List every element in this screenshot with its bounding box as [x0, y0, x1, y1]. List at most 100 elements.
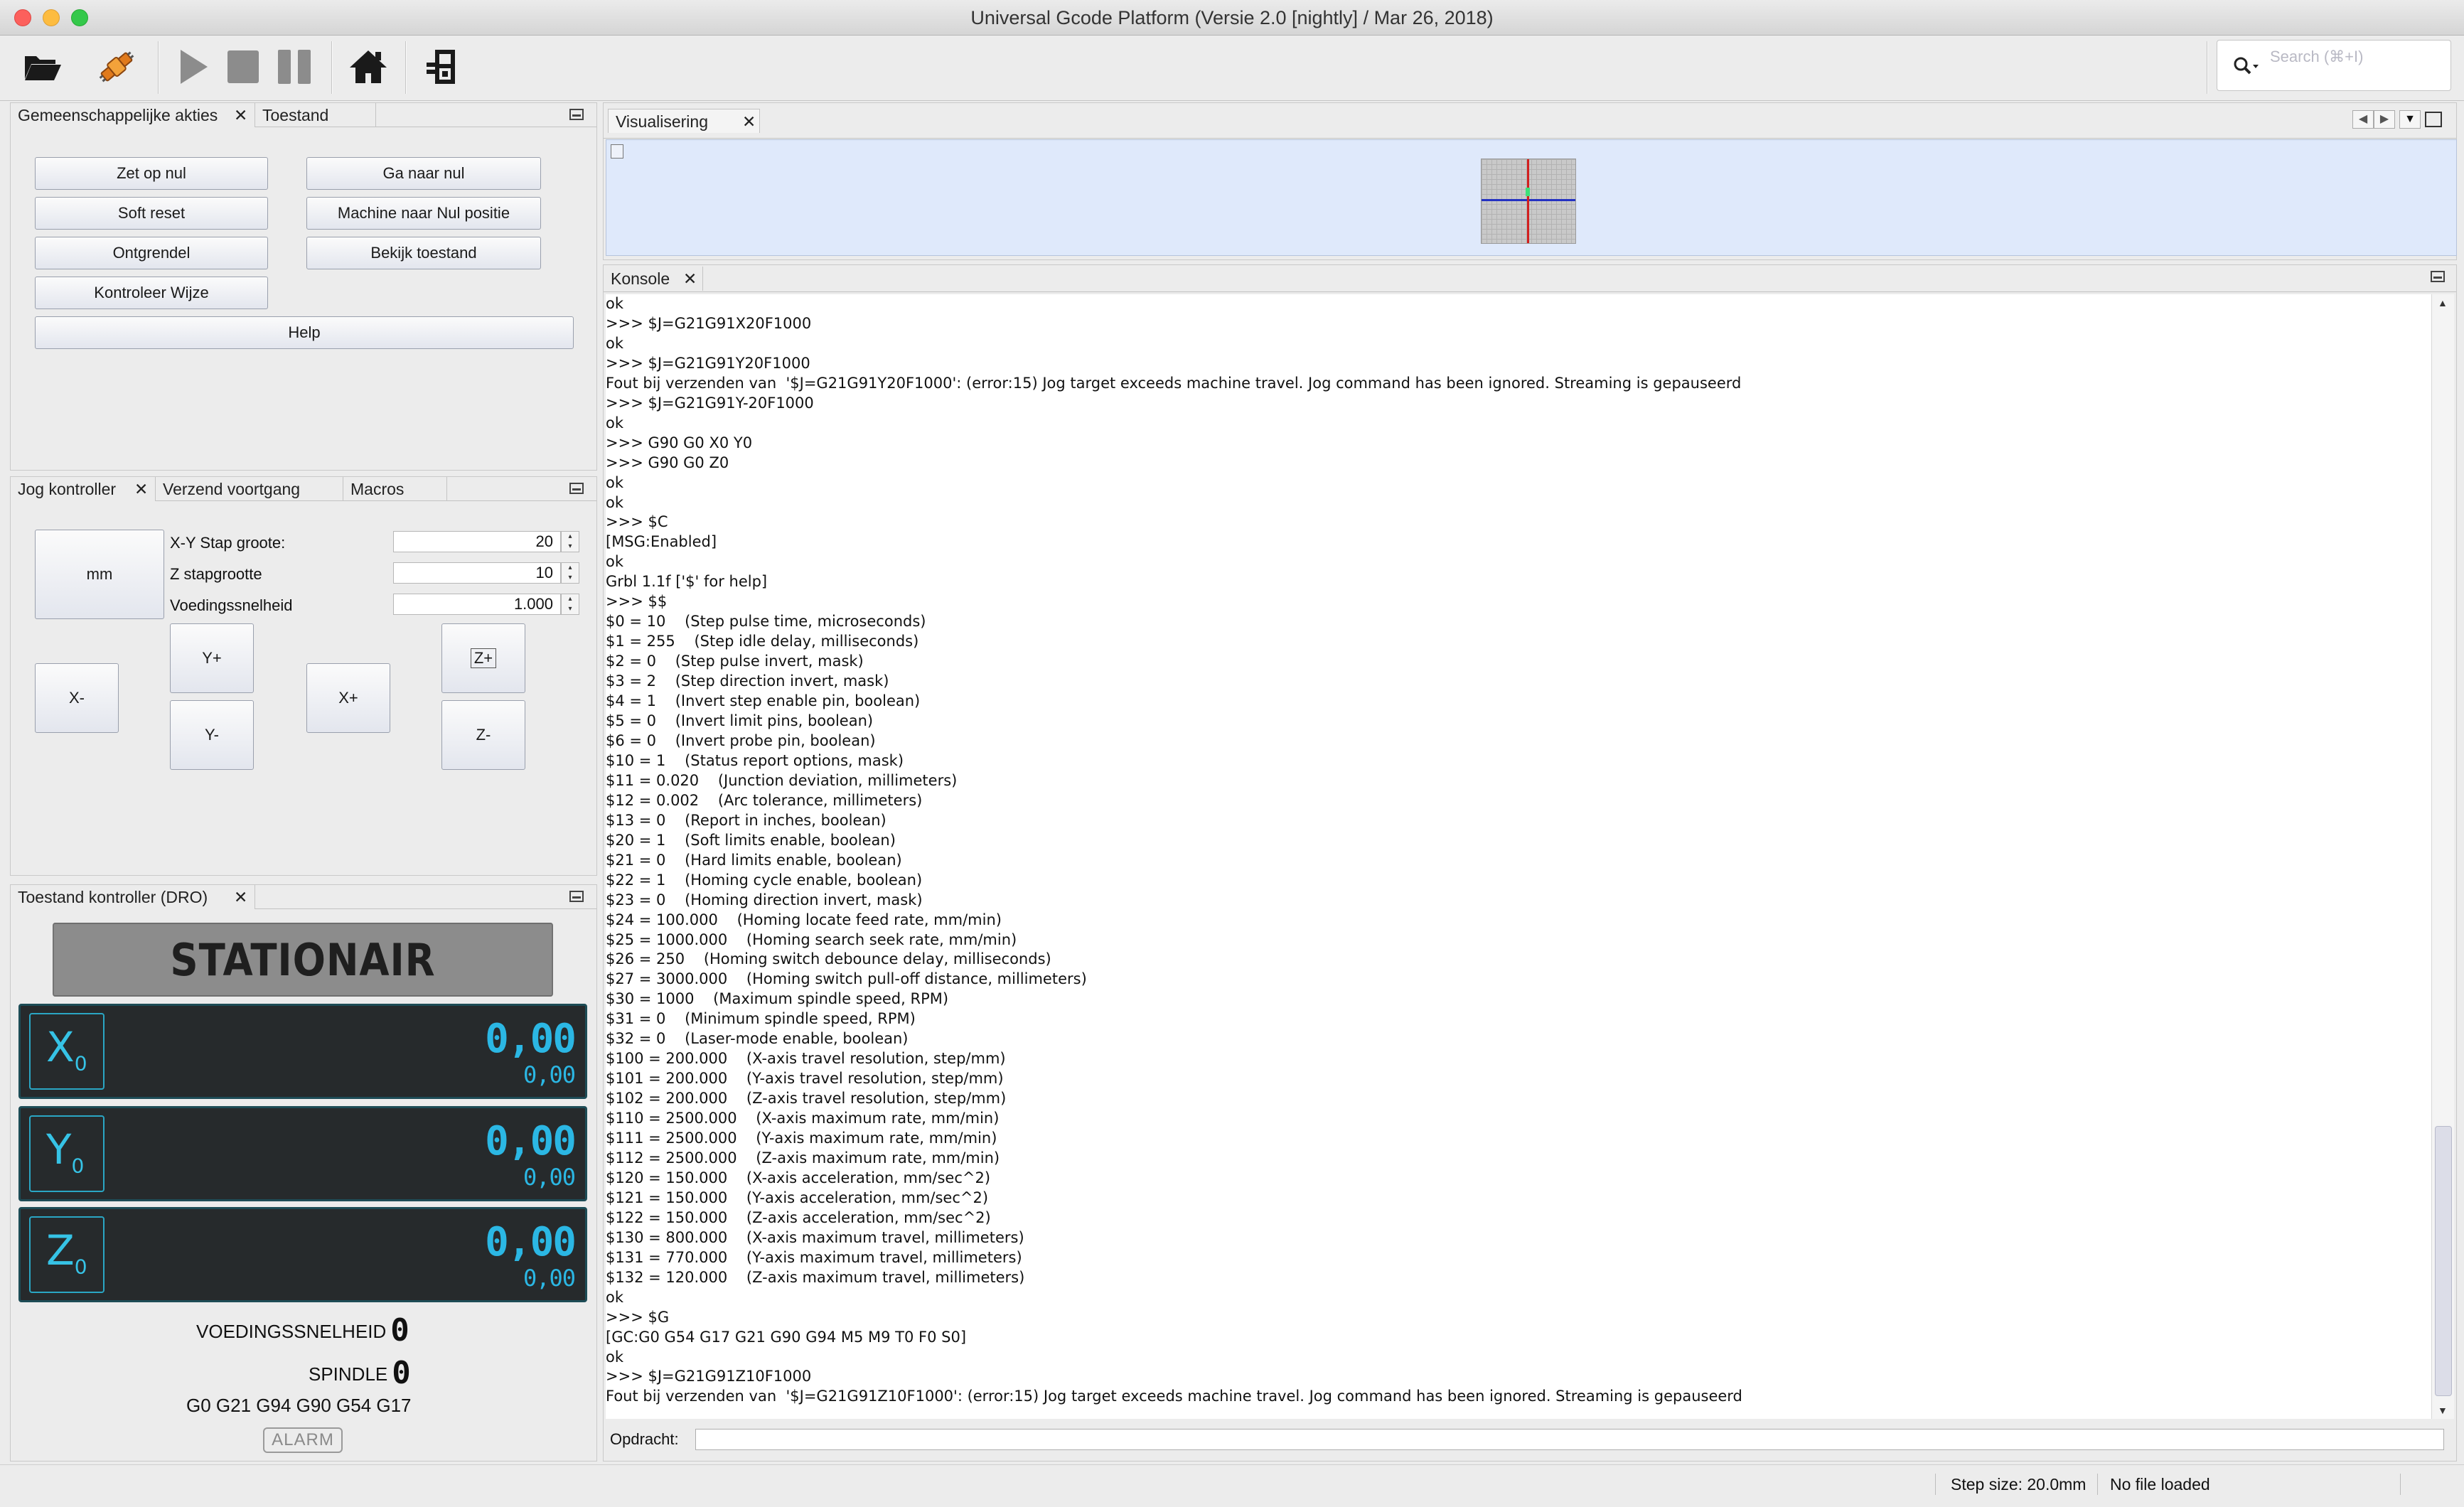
z-step-stepper[interactable]: ▴ ▾: [561, 562, 579, 584]
jog-z-minus-button[interactable]: Z-: [441, 700, 525, 770]
search-field[interactable]: Search (⌘+I): [2217, 40, 2451, 91]
console-line: Fout bij verzenden van '$J=G21G91Z10F100…: [606, 1388, 1742, 1405]
scroll-down-icon[interactable]: ▼: [2438, 1405, 2448, 1416]
console-line: $5 = 0 (Invert limit pins, boolean): [606, 712, 874, 730]
goto-zero-button[interactable]: Ga naar nul: [306, 157, 541, 190]
console-line: $101 = 200.000 (Y-axis travel resolution…: [606, 1070, 1004, 1088]
help-button[interactable]: Help: [35, 316, 574, 349]
machine-icon: [427, 50, 455, 84]
maximize-icon[interactable]: [2425, 112, 2442, 127]
gcode-state: G0 G21 G94 G90 G54 G17: [186, 1395, 412, 1416]
search-placeholder: Search (⌘+I): [2270, 48, 2364, 65]
open-file-button[interactable]: [18, 43, 67, 91]
console-line: ok: [606, 414, 624, 431]
axis-row-x: X0 0,00 0,00: [18, 1004, 587, 1099]
axis-y-reset-button[interactable]: Y0: [29, 1115, 105, 1192]
console-scrollbar[interactable]: ▲ ▼: [2431, 294, 2454, 1419]
console-line: $111 = 2500.000 (Y-axis maximum rate, mm…: [606, 1130, 997, 1147]
feed-rate-readout-value: 0: [390, 1312, 409, 1348]
home-button[interactable]: [344, 43, 392, 91]
scroll-right-icon[interactable]: ▶: [2374, 110, 2395, 129]
minimize-panel-icon[interactable]: [569, 109, 584, 120]
console-line: >>> $J=G21G91Y-20F1000: [606, 394, 814, 412]
z-step-input[interactable]: 10: [393, 562, 561, 584]
console-line: $131 = 770.000 (Y-axis maximum travel, m…: [606, 1248, 1022, 1266]
console-line: ok: [606, 473, 624, 491]
pause-button[interactable]: [270, 43, 318, 91]
check-mode-button[interactable]: Kontroleer Wijze: [35, 277, 268, 309]
console-output[interactable]: ok >>> $J=G21G91X20F1000 ok >>> $J=G21G91Y2…: [606, 294, 2431, 1419]
axis-z-reset-button[interactable]: Z0: [29, 1216, 105, 1293]
stop-button[interactable]: [219, 43, 267, 91]
console-line: $24 = 100.000 (Homing locate feed rate, …: [606, 911, 1002, 928]
tab-console[interactable]: Konsole ✕: [604, 267, 703, 291]
console-line: >>> G90 G0 X0 Y0: [606, 434, 753, 451]
visualizer-canvas[interactable]: [606, 139, 2457, 256]
close-icon[interactable]: ✕: [683, 269, 697, 289]
jog-x-minus-button[interactable]: X-: [35, 663, 119, 733]
tab-label: Macros: [350, 480, 405, 498]
axis-x-reset-button[interactable]: X0: [29, 1013, 105, 1090]
minimize-panel-icon[interactable]: [569, 483, 584, 494]
xy-step-input[interactable]: 20: [393, 531, 561, 552]
console-line: $3 = 2 (Step direction invert, mask): [606, 672, 889, 690]
view-state-button[interactable]: Bekijk toestand: [306, 237, 541, 269]
machine-zero-button[interactable]: Machine naar Nul positie: [306, 197, 541, 230]
soft-reset-button[interactable]: Soft reset: [35, 197, 268, 230]
tab-macros[interactable]: Macros: [343, 477, 447, 501]
unlock-button[interactable]: Ontgrendel: [35, 237, 268, 269]
pause-icon: [278, 50, 311, 84]
console-line: $21 = 0 (Hard limits enable, boolean): [606, 851, 902, 869]
jog-x-plus-button[interactable]: X+: [306, 663, 390, 733]
feed-rate-label: Voedingssnelheid: [170, 596, 293, 614]
chevron-down-icon[interactable]: ▼: [2399, 110, 2421, 129]
feed-rate-input[interactable]: 1.000: [393, 594, 561, 615]
jog-y-minus-button[interactable]: Y-: [170, 700, 254, 770]
scroll-up-icon[interactable]: ▲: [2438, 297, 2448, 309]
visualizer-menu-icon[interactable]: [611, 144, 623, 159]
console-line: >>> $J=G21G91Y20F1000: [606, 354, 810, 372]
y-axis-line: [1527, 159, 1529, 243]
xy-step-label: X-Y Stap groote:: [170, 534, 286, 552]
xy-step-stepper[interactable]: ▴ ▾: [561, 531, 579, 552]
close-icon[interactable]: ✕: [134, 480, 148, 499]
scroll-thumb[interactable]: [2435, 1126, 2452, 1396]
command-input[interactable]: [695, 1429, 2444, 1450]
zero-button[interactable]: Zet op nul: [35, 157, 268, 190]
minimize-panel-icon[interactable]: [2431, 271, 2445, 282]
console-line: $25 = 1000.000 (Homing search seek rate,…: [606, 931, 1017, 948]
console-line: $132 = 120.000 (Z-axis maximum travel, m…: [606, 1268, 1025, 1286]
tab-visualizer[interactable]: Visualisering ✕: [608, 109, 760, 133]
minimize-panel-icon[interactable]: [569, 891, 584, 902]
console-line: Grbl 1.1f ['$' for help]: [606, 573, 768, 591]
search-icon: [2234, 57, 2259, 75]
console-line: $13 = 0 (Report in inches, boolean): [606, 811, 886, 829]
tab-common-actions[interactable]: Gemeenschappelijke akties ✕: [11, 103, 255, 127]
tab-state[interactable]: Toestand: [255, 103, 376, 127]
tab-jog-controller[interactable]: Jog kontroller ✕: [11, 477, 156, 501]
toolbar: Search (⌘+I): [0, 36, 2464, 101]
close-icon[interactable]: ✕: [234, 888, 247, 907]
unit-toggle-button[interactable]: mm: [35, 530, 164, 619]
console-line: >>> $G: [606, 1308, 670, 1326]
machine-button[interactable]: [418, 43, 466, 91]
feed-rate-readout-label: VOEDINGSSNELHEID: [196, 1321, 387, 1342]
close-icon[interactable]: ✕: [234, 106, 247, 125]
scroll-left-icon[interactable]: ◀: [2352, 110, 2374, 129]
tab-dro[interactable]: Toestand kontroller (DRO) ✕: [11, 885, 255, 909]
window-title: Universal Gcode Platform (Versie 2.0 [ni…: [970, 7, 1494, 28]
close-icon[interactable]: ✕: [742, 112, 756, 132]
actions-panel: Gemeenschappelijke akties ✕ Toestand Zet…: [10, 102, 597, 471]
folder-open-icon: [25, 56, 61, 80]
console-line: Fout bij verzenden van '$J=G21G91Y20F100…: [606, 374, 1742, 392]
status-bar: Step size: 20.0mm No file loaded: [0, 1464, 2464, 1507]
jog-z-plus-button[interactable]: Z+: [441, 623, 525, 693]
tab-send-progress[interactable]: Verzend voortgang: [156, 477, 343, 501]
play-button[interactable]: [169, 43, 218, 91]
axis-sub: 0: [74, 1051, 87, 1076]
axis-name: Y: [46, 1125, 72, 1174]
jog-y-plus-button[interactable]: Y+: [170, 623, 254, 693]
connect-button[interactable]: [92, 43, 141, 91]
visualizer-grid: [1481, 159, 1576, 244]
feed-rate-stepper[interactable]: ▴ ▾: [561, 594, 579, 615]
